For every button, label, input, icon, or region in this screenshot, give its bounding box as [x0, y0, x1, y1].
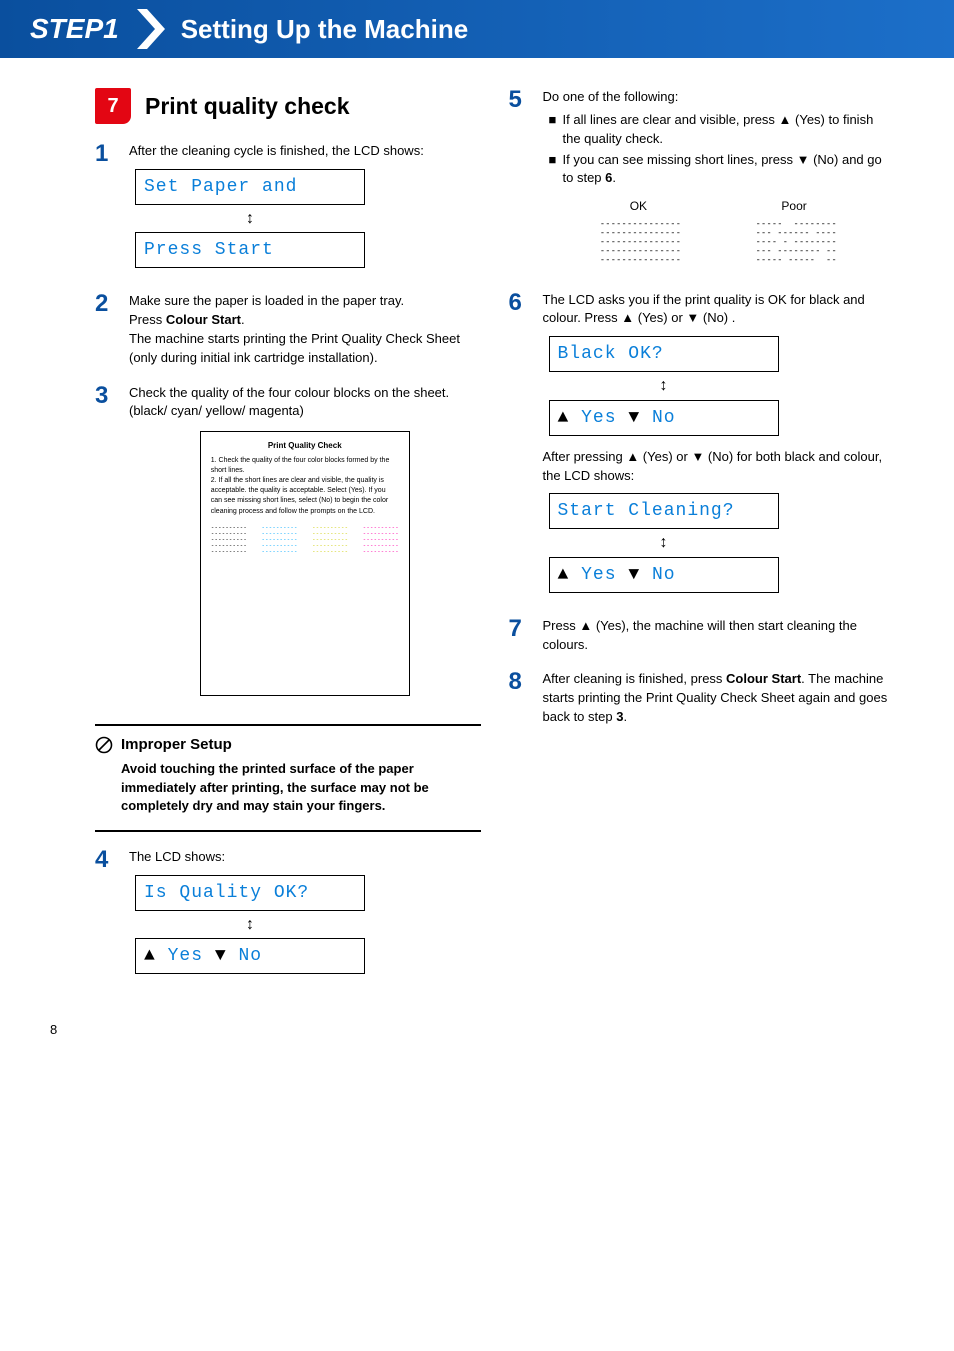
step-8: 8 After cleaning is finished, press Colo… [509, 670, 895, 727]
step-text: The machine starts printing the Print Qu… [129, 330, 481, 368]
step-text: The LCD shows: [129, 848, 481, 867]
ok-pattern: --------------- --------------- --------… [600, 220, 681, 265]
chevron-icon [137, 9, 167, 49]
step-number: 2 [95, 292, 129, 367]
step-text: Press Colour Start. [129, 311, 481, 330]
lcd-display: Black OK? [549, 336, 779, 372]
step-text: After the cleaning cycle is finished, th… [129, 142, 481, 161]
sheet-instruction: 1. Check the quality of the four color b… [211, 456, 399, 476]
improper-setup-callout: Improper Setup Avoid touching the printe… [95, 724, 481, 833]
prohibit-icon [95, 736, 113, 754]
updown-icon: ↕ [549, 529, 779, 556]
step-number: 1 [95, 142, 129, 276]
page-header: STEP1 Setting Up the Machine [0, 0, 954, 58]
lcd-display: Is Quality OK? [135, 875, 365, 911]
color-block-cyan: ---------- ---------- ---------- -------… [261, 525, 297, 555]
bullet-item: ■If you can see missing short lines, pre… [549, 151, 895, 189]
page-number: 8 [50, 1022, 894, 1037]
step-text: Do one of the following: [543, 88, 895, 107]
page-title: Setting Up the Machine [181, 14, 468, 45]
updown-icon: ↕ [549, 372, 779, 399]
step-number: 6 [509, 291, 543, 601]
updown-icon: ↕ [135, 911, 365, 938]
step-6: 6 The LCD asks you if the print quality … [509, 291, 895, 601]
lcd-display: Set Paper and [135, 169, 365, 205]
poor-label: Poor [781, 198, 806, 215]
updown-icon: ↕ [135, 205, 365, 232]
section-header: 7 Print quality check [95, 88, 481, 124]
step-5: 5 Do one of the following: ■If all lines… [509, 88, 895, 275]
lcd-display: ▲ Yes ▼ No [549, 400, 779, 436]
step-text: After cleaning is finished, press Colour… [543, 670, 895, 727]
step-text: (black/ cyan/ yellow/ magenta) [129, 402, 481, 421]
step-number: 7 [509, 617, 543, 655]
sheet-instruction: 2. If all the short lines are clear and … [211, 476, 399, 517]
quality-check-sheet: Print Quality Check 1. Check the quality… [200, 431, 410, 695]
step-text: Press ▲ (Yes), the machine will then sta… [543, 617, 895, 655]
callout-body: Avoid touching the printed surface of th… [95, 760, 481, 817]
lcd-display: Start Cleaning? [549, 493, 779, 529]
sheet-title: Print Quality Check [211, 440, 399, 452]
section-title: Print quality check [145, 93, 350, 120]
step-7: 7 Press ▲ (Yes), the machine will then s… [509, 617, 895, 655]
square-bullet-icon: ■ [549, 151, 563, 189]
step-number: 8 [509, 670, 543, 727]
step-text: Check the quality of the four colour blo… [129, 384, 481, 403]
step-text: The LCD asks you if the print quality is… [543, 291, 895, 329]
lcd-display: ▲ Yes ▼ No [135, 938, 365, 974]
step-label: STEP1 [30, 13, 119, 45]
step-3: 3 Check the quality of the four colour b… [95, 384, 481, 696]
step-number: 5 [509, 88, 543, 275]
lcd-display: ▲ Yes ▼ No [549, 557, 779, 593]
step-4: 4 The LCD shows: Is Quality OK? ↕ ▲ Yes … [95, 848, 481, 982]
callout-title: Improper Setup [121, 736, 232, 753]
bullet-text: If all lines are clear and visible, pres… [563, 111, 895, 149]
bullet-text: If you can see missing short lines, pres… [563, 151, 895, 189]
step-number: 3 [95, 384, 129, 696]
color-block-yellow: ---------- ---------- ---------- -------… [312, 525, 348, 555]
lcd-display: Press Start [135, 232, 365, 268]
left-column: 7 Print quality check 1 After the cleani… [95, 88, 481, 982]
step-text: After pressing ▲ (Yes) or ▼ (No) for bot… [543, 448, 895, 486]
right-column: 5 Do one of the following: ■If all lines… [509, 88, 895, 982]
square-bullet-icon: ■ [549, 111, 563, 149]
step-2: 2 Make sure the paper is loaded in the p… [95, 292, 481, 367]
bullet-item: ■If all lines are clear and visible, pre… [549, 111, 895, 149]
section-badge: 7 [95, 88, 131, 124]
ok-label: OK [630, 198, 647, 215]
poor-pattern: ----- -------- --- ------ ---- ---- - --… [755, 220, 836, 265]
color-block-black: ---------- ---------- ---------- -------… [211, 525, 247, 555]
step-number: 4 [95, 848, 129, 982]
step-text: Make sure the paper is loaded in the pap… [129, 292, 481, 311]
step-1: 1 After the cleaning cycle is finished, … [95, 142, 481, 276]
color-block-magenta: ---------- ---------- ---------- -------… [363, 525, 399, 555]
